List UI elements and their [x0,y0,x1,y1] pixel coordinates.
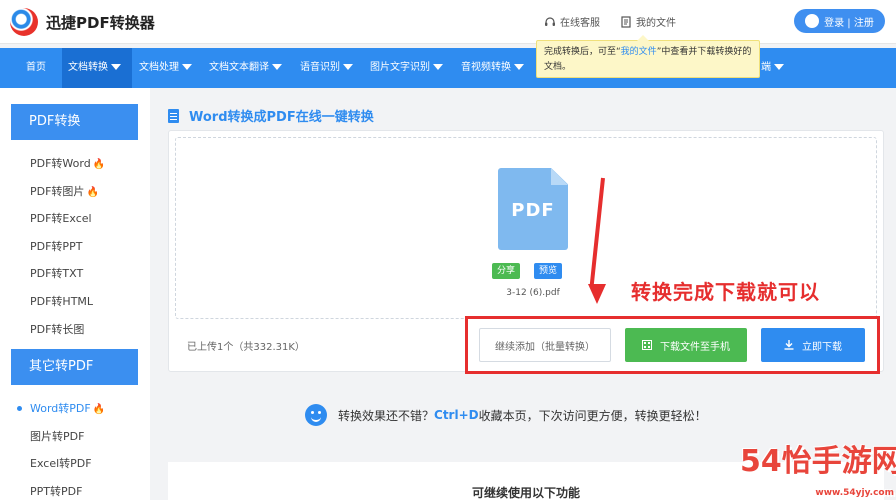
sidebar-item-ppt-to-pdf[interactable]: PPT转PDF [30,483,82,499]
sidebar-item-image-to-pdf[interactable]: 图片转PDF [30,428,84,444]
sidebar-heading-other-to-pdf: 其它转PDF [11,349,138,385]
nav-item-client[interactable]: 端 [755,48,790,88]
caret-down-icon [514,64,524,70]
my-files-label: 我的文件 [636,18,676,29]
bookmark-tip: 转换效果还不错？ Ctrl+D 收藏本页，下次访问更方便，转换更轻松！ [305,404,707,426]
pdf-file-icon-label: PDF [511,200,555,221]
nav-item-translate[interactable]: 文档文本翻译 [203,48,288,88]
sidebar-item-pdf-to-txt[interactable]: PDF转TXT [30,265,83,281]
sidebar-heading-pdf-convert: PDF转换 [11,104,138,140]
sidebar: PDF转换 PDF转Word 🔥 PDF转图片 🔥 PDF转Excel PDF转PP… [0,88,150,500]
share-button[interactable]: 分享 [492,263,521,279]
file-name: 3-12 (6).pdf [506,288,560,298]
top-bar: 迅捷PDF转换器 在线客服 我的文件 登录 | 注册 [0,0,896,44]
caret-down-icon [182,64,192,70]
nav-item-document-process[interactable]: 文档处理 [133,48,198,88]
sidebar-item-pdf-to-word[interactable]: PDF转Word 🔥 [30,155,105,171]
caret-down-icon [272,64,282,70]
annotation-highlight-box [465,316,880,374]
tooltip-link[interactable]: 我的文件 [621,47,657,57]
sidebar-item-pdf-to-excel[interactable]: PDF转Excel [30,210,92,226]
fire-icon: 🔥 [92,159,106,170]
upload-summary: 已上传1个（共332.31K） [187,342,305,353]
site-watermark: 54怡手游网 www.54yjy.com [740,444,896,498]
nav-item-home[interactable]: 首页 [20,48,52,88]
sidebar-item-pdf-to-image[interactable]: PDF转图片 🔥 [30,183,99,199]
nav-item-document-convert[interactable]: 文档转换 [62,48,132,88]
caret-down-icon [111,64,121,70]
login-register-button[interactable]: 登录 | 注册 [794,9,885,33]
nav-item-av-convert[interactable]: 音视频转换 [455,48,530,88]
caret-down-icon [433,64,443,70]
user-icon [805,14,820,28]
caret-down-icon [774,64,784,70]
sidebar-item-pdf-to-html[interactable]: PDF转HTML [30,293,93,309]
nav-item-ocr[interactable]: 图片文字识别 [364,48,449,88]
document-icon [168,108,179,123]
logo-icon [10,8,38,36]
smile-icon [305,404,327,426]
fire-icon: 🔥 [92,404,106,415]
preview-button[interactable]: 预览 [534,263,563,279]
annotation-arrow-icon [588,284,606,304]
app-name: 迅捷PDF转换器 [46,13,155,32]
sidebar-item-pdf-to-long-image[interactable]: PDF转长图 [30,321,84,337]
caret-down-icon [343,64,353,70]
active-dot-icon [17,406,22,411]
fire-icon: 🔥 [86,187,99,198]
sidebar-item-pdf-to-ppt[interactable]: PDF转PPT [30,238,82,254]
my-files-link[interactable]: 我的文件 [620,14,676,29]
annotation-text: 转换完成下载就可以 [631,280,820,304]
sidebar-item-word-to-pdf[interactable]: Word转PDF 🔥 [30,400,105,416]
online-service-label: 在线客服 [560,18,600,29]
my-files-tooltip: 完成转换后，可至“我的文件”中查看并下载转换好的文档。 [536,35,760,78]
headset-icon [545,16,555,26]
login-label: 登录 | 注册 [824,17,874,29]
document-icon [621,15,631,28]
online-service-link[interactable]: 在线客服 [544,14,600,29]
logo[interactable]: 迅捷PDF转换器 [10,8,155,36]
shortcut-text: Ctrl+D [434,408,479,422]
nav-item-speech[interactable]: 语音识别 [294,48,359,88]
sidebar-item-excel-to-pdf[interactable]: Excel转PDF [30,455,92,471]
main-nav: 首页 文档转换 文档处理 文档文本翻译 语音识别 图片文字识别 音视频转换 端 [0,48,896,88]
page-title: Word转换成PDF在线一键转换 [168,106,374,125]
